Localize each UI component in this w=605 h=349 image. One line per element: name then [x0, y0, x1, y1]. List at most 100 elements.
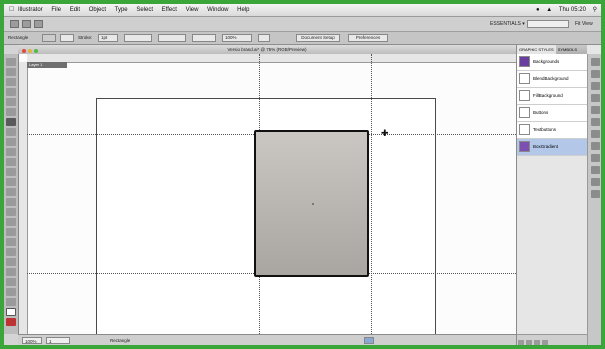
close-icon[interactable]: [22, 49, 26, 53]
workspace-switcher[interactable]: ESSENTIALS ▾: [487, 20, 528, 28]
shape-builder-tool-icon[interactable]: [6, 208, 16, 216]
status-bar: 100% 1 Rectangle: [18, 334, 516, 345]
horizontal-ruler[interactable]: [27, 54, 516, 63]
eraser-tool-icon[interactable]: [6, 158, 16, 166]
zoom-level-field[interactable]: 100%: [22, 337, 42, 344]
line-tool-icon[interactable]: [6, 108, 16, 116]
menu-effect[interactable]: Effect: [162, 7, 177, 13]
graphic-style-item[interactable]: Textbuttons: [517, 122, 587, 139]
pencil-tool-icon[interactable]: [6, 138, 16, 146]
artboard-navigator[interactable]: 1: [46, 337, 70, 344]
menu-select[interactable]: Select: [136, 7, 153, 13]
direct-selection-tool-icon[interactable]: [6, 68, 16, 76]
menu-help[interactable]: Help: [237, 7, 249, 13]
align-panel-icon[interactable]: [591, 178, 600, 186]
scroll-indicator[interactable]: [364, 337, 374, 344]
fill-color-icon[interactable]: [6, 308, 16, 316]
menu-edit[interactable]: Edit: [70, 7, 80, 13]
free-transform-tool-icon[interactable]: [6, 198, 16, 206]
gradient-panel-icon[interactable]: [591, 118, 600, 126]
wifi-icon[interactable]: ●: [536, 7, 540, 13]
slice-tool-icon[interactable]: [6, 288, 16, 296]
menu-type[interactable]: Type: [115, 7, 128, 13]
opacity-field[interactable]: 100%: [222, 34, 252, 42]
swatches-panel-icon[interactable]: [591, 70, 600, 78]
rotate-tool-icon[interactable]: [6, 168, 16, 176]
new-style-icon[interactable]: [534, 340, 540, 345]
layers-panel-icon[interactable]: [591, 154, 600, 162]
stroke-panel-icon[interactable]: [591, 106, 600, 114]
fill-swatch[interactable]: [42, 34, 56, 42]
mesh-tool-icon[interactable]: [6, 218, 16, 226]
type-tool-icon[interactable]: [6, 98, 16, 106]
paintbrush-tool-icon[interactable]: [6, 128, 16, 136]
graphic-style-item[interactable]: FillBackground: [517, 88, 587, 105]
document-setup-button[interactable]: Document Setup: [296, 34, 340, 42]
spotlight-icon[interactable]: ⚲: [593, 7, 597, 13]
transparency-panel-icon[interactable]: [591, 130, 600, 138]
rectangle-tool-icon[interactable]: [6, 118, 16, 126]
menu-file[interactable]: File: [51, 7, 61, 13]
pen-tool-icon[interactable]: [6, 88, 16, 96]
app-window:  Illustrator File Edit Object Type Sele…: [4, 4, 601, 345]
menu-view[interactable]: View: [186, 7, 199, 13]
style-libraries-icon[interactable]: [518, 340, 524, 345]
style-label: Backgrounds: [533, 59, 560, 64]
stroke-color-icon[interactable]: [6, 318, 16, 326]
gradient-tool-icon[interactable]: [6, 228, 16, 236]
graphic-styles-list: Backgrounds BlendBackground FillBackground…: [517, 54, 587, 156]
apple-icon[interactable]: : [9, 4, 14, 16]
variable-width-select[interactable]: [124, 34, 152, 42]
symbol-sprayer-tool-icon[interactable]: [6, 258, 16, 266]
brushes-panel-icon[interactable]: [591, 82, 600, 90]
break-link-icon[interactable]: [526, 340, 532, 345]
artboards-panel-icon[interactable]: [591, 166, 600, 174]
brush-select[interactable]: [158, 34, 186, 42]
selected-rectangle[interactable]: [254, 130, 369, 277]
appearance-panel-icon[interactable]: [591, 142, 600, 150]
preferences-button[interactable]: Preferences: [348, 34, 388, 42]
style-swatch: [519, 124, 530, 135]
graphic-style-item[interactable]: Backgrounds: [517, 54, 587, 71]
hand-tool-icon[interactable]: [6, 298, 16, 306]
tab-symbols[interactable]: SYMBOLS: [556, 45, 579, 54]
zoom-icon[interactable]: [34, 49, 38, 53]
symbols-panel-icon[interactable]: [591, 94, 600, 102]
clock[interactable]: Thu 05:20: [559, 7, 586, 13]
menu-object[interactable]: Object: [89, 7, 106, 13]
minimize-icon[interactable]: [28, 49, 32, 53]
vertical-ruler[interactable]: [19, 62, 28, 334]
stroke-weight-field[interactable]: 1pt: [98, 34, 118, 42]
volume-icon[interactable]: ▲: [546, 7, 552, 13]
graphic-style-item[interactable]: Buttons: [517, 105, 587, 122]
blob-brush-tool-icon[interactable]: [6, 148, 16, 156]
style-select[interactable]: [192, 34, 216, 42]
arrange-documents-icon[interactable]: [34, 20, 43, 28]
stroke-swatch[interactable]: [60, 34, 74, 42]
pathfinder-panel-icon[interactable]: [591, 190, 600, 198]
menu-window[interactable]: Window: [207, 7, 228, 13]
menu-illustrator[interactable]: Illustrator: [18, 7, 43, 13]
graphic-style-item[interactable]: BlendBackground: [517, 71, 587, 88]
canvas-area[interactable]: Layer 1 ✚: [19, 54, 516, 344]
scale-tool-icon[interactable]: [6, 178, 16, 186]
selection-tool-icon[interactable]: [6, 58, 16, 66]
guide-vertical[interactable]: [371, 54, 372, 334]
color-panel-icon[interactable]: [591, 58, 600, 66]
width-tool-icon[interactable]: [6, 188, 16, 196]
graphic-style-item[interactable]: BoxGradient: [517, 139, 587, 156]
blend-tool-icon[interactable]: [6, 248, 16, 256]
magic-wand-tool-icon[interactable]: [6, 78, 16, 86]
application-bar: ESSENTIALS ▾ Fit View: [4, 17, 601, 32]
bridge-icon[interactable]: [22, 20, 31, 28]
control-bar: Rectangle Stroke: 1pt 100% Document Setu…: [4, 32, 601, 45]
eyedropper-tool-icon[interactable]: [6, 238, 16, 246]
search-input[interactable]: [527, 20, 569, 28]
artboard-tool-icon[interactable]: [6, 278, 16, 286]
graphic-style-picker[interactable]: [258, 34, 270, 42]
tab-graphic-styles[interactable]: GRAPHIC STYLES: [517, 45, 556, 54]
delete-style-icon[interactable]: [542, 340, 548, 345]
zoom-selector[interactable]: Fit View: [575, 20, 593, 28]
graph-tool-icon[interactable]: [6, 268, 16, 276]
style-swatch: [519, 73, 530, 84]
